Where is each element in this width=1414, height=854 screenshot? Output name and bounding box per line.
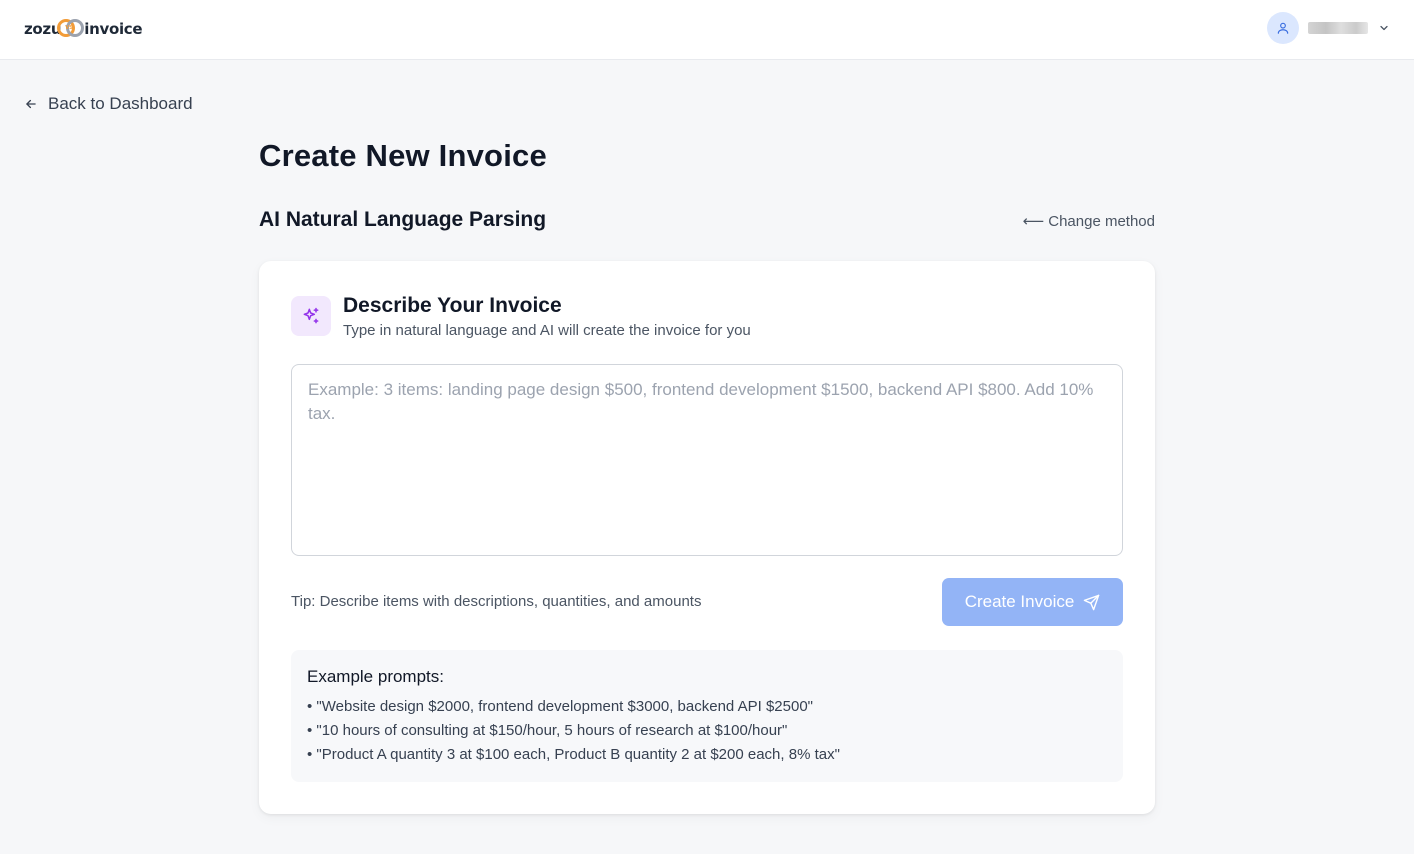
avatar[interactable] [1267, 12, 1299, 44]
example-prompt-item: • "Website design $2000, frontend develo… [307, 698, 813, 715]
arrow-left-icon: ⟵ [1022, 213, 1045, 230]
create-invoice-label: Create Invoice [964, 592, 1075, 611]
sparkles-icon-badge [291, 296, 331, 336]
card-subtitle: Type in natural language and AI will cre… [343, 322, 751, 339]
chevron-down-icon[interactable] [1378, 22, 1390, 34]
user-icon [1277, 22, 1289, 34]
example-prompts-title: Example prompts: [307, 667, 444, 686]
sparkles-icon [303, 307, 319, 324]
user-name-redacted[interactable] [1308, 22, 1368, 34]
invoice-description-input[interactable] [291, 364, 1123, 556]
logo-text-right: invoice [84, 20, 143, 38]
logo-text-left: zozu [24, 20, 62, 38]
section-title: AI Natural Language Parsing [259, 208, 547, 231]
example-prompt-item: • "Product A quantity 3 at $100 each, Pr… [307, 746, 840, 763]
send-icon [1084, 594, 1100, 610]
app-logo[interactable]: zozu vs invoice [24, 14, 143, 44]
logo-rings-icon: vs [57, 16, 85, 42]
back-to-dashboard-link[interactable]: Back to Dashboard [24, 93, 193, 115]
change-method-label: Change method [1048, 212, 1155, 230]
card-title: Describe Your Invoice [343, 294, 562, 317]
page-title: Create New Invoice [259, 138, 547, 173]
user-menu[interactable] [1267, 12, 1390, 44]
logo-mark: vs [65, 24, 74, 31]
invoice-description-card: Describe Your Invoice Type in natural la… [259, 261, 1155, 814]
example-prompts-box: Example prompts: • "Website design $2000… [291, 650, 1123, 782]
create-invoice-button[interactable]: Create Invoice [942, 578, 1123, 626]
back-label: Back to Dashboard [48, 94, 193, 113]
arrow-left-icon [26, 99, 36, 109]
example-prompt-item: • "10 hours of consulting at $150/hour, … [307, 722, 788, 739]
tip-text: Tip: Describe items with descriptions, q… [291, 593, 702, 610]
example-prompts-list: • "Website design $2000, frontend develo… [307, 695, 1107, 767]
top-bar: zozu vs invoice [0, 0, 1414, 60]
change-method-link[interactable]: ⟵ Change method [1022, 212, 1155, 231]
